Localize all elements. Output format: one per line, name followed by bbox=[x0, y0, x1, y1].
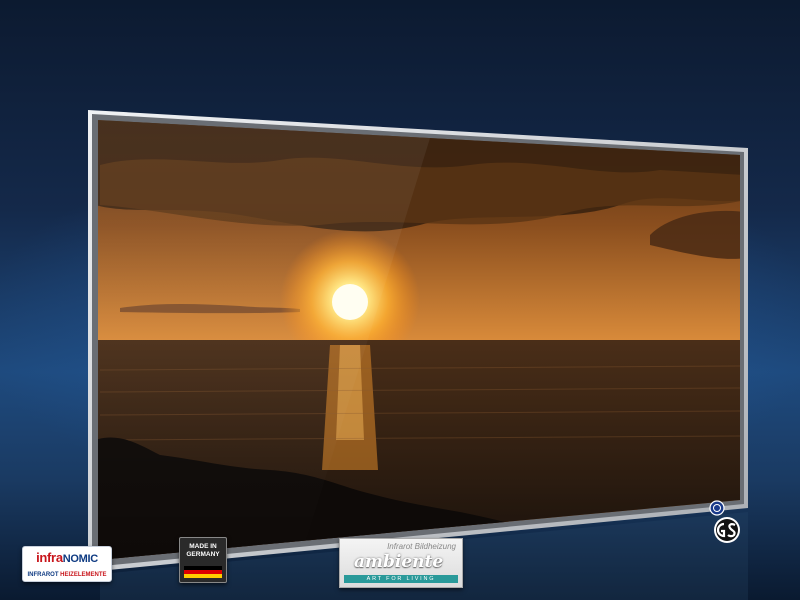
tagline-part1: INFRAROT bbox=[27, 572, 61, 578]
ambiente-top-text: Infrarot Bildheizung bbox=[387, 542, 456, 551]
tagline-part2: HEIZELEMENTE bbox=[60, 572, 107, 578]
brand-part1: infra bbox=[36, 550, 63, 565]
infranomic-brand: infraNOMIC bbox=[23, 550, 111, 565]
infranomic-tagline: INFRAROT HEIZELEMENTE bbox=[23, 572, 111, 578]
ambiente-logo-badge: Infrarot Bildheizung ambiente ART FOR LI… bbox=[339, 538, 463, 588]
ambiente-logo-text: ambiente bbox=[354, 552, 444, 572]
ambiente-slogan: ART FOR LIVING bbox=[344, 575, 458, 583]
german-flag-icon bbox=[184, 566, 222, 578]
heating-panel-scene bbox=[88, 110, 748, 600]
made-in-germany-text: MADE IN GERMANY bbox=[186, 543, 220, 558]
gs-mark-icon bbox=[714, 517, 740, 543]
made-in-germany-badge: MADE IN GERMANY bbox=[179, 537, 227, 583]
brand-part2: NOMIC bbox=[62, 553, 98, 565]
tuv-icon bbox=[709, 500, 725, 516]
infranomic-logo-badge: infraNOMIC INFRAROT HEIZELEMENTE bbox=[22, 546, 112, 582]
certification-marks bbox=[709, 500, 740, 543]
